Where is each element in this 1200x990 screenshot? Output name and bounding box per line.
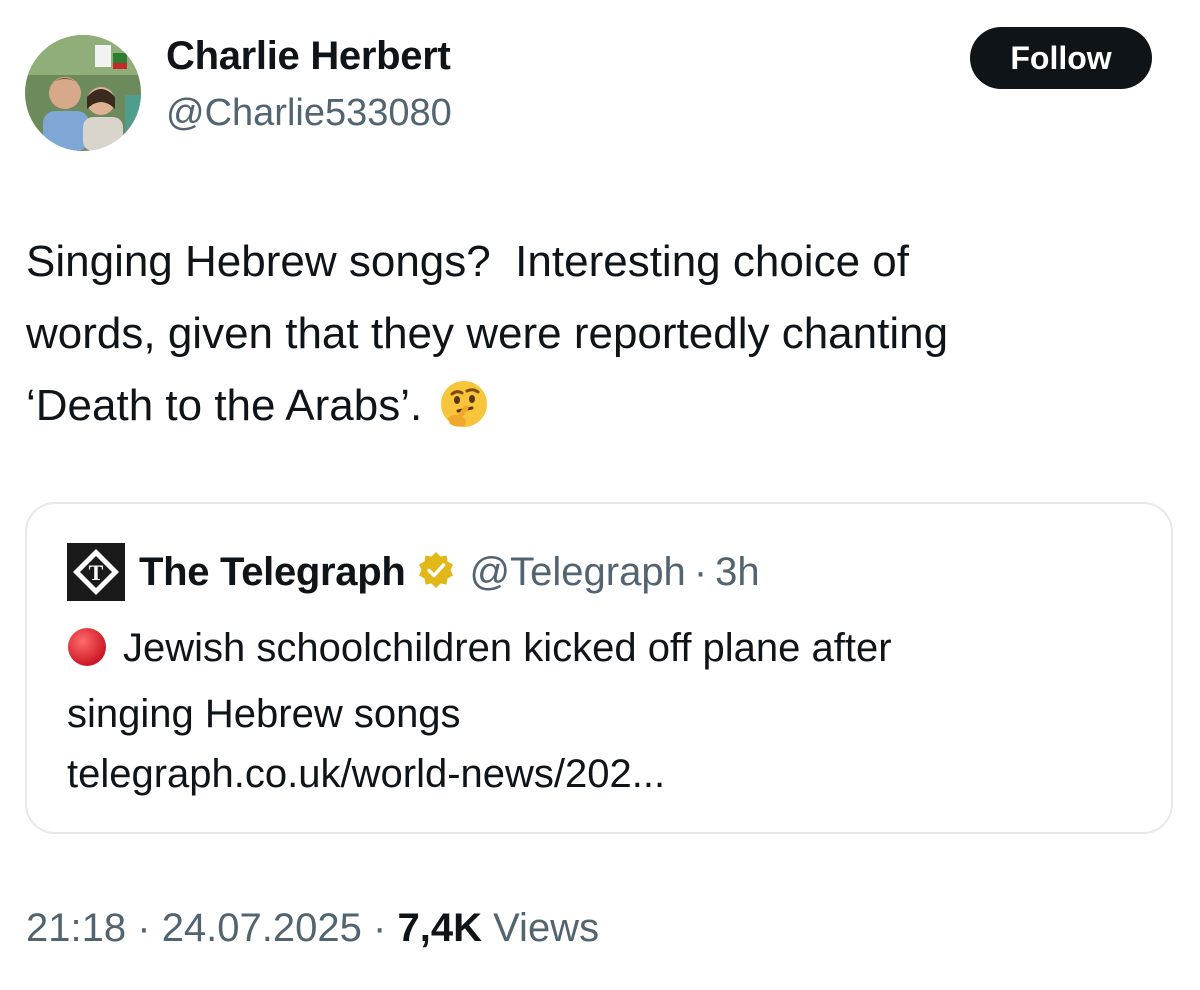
quoted-author-handle[interactable]: @Telegraph <box>470 550 686 595</box>
quoted-tweet-line-text: Jewish schoolchildren kicked off plane a… <box>123 626 892 670</box>
thinking-face-icon <box>438 378 490 452</box>
red-circle-icon <box>67 624 107 684</box>
tweet-line-text: ‘Death to the Arabs’. <box>26 381 423 430</box>
separator-dot: · <box>137 906 151 950</box>
quoted-tweet-time[interactable]: 3h <box>715 550 760 595</box>
quoted-author-name[interactable]: The Telegraph <box>139 550 406 595</box>
tweet-time[interactable]: 21:18 <box>26 906 126 950</box>
tweet-line: ‘Death to the Arabs’. <box>26 370 1186 452</box>
separator-dot: · <box>373 906 387 950</box>
separator-dot: · <box>693 549 708 594</box>
svg-text:T: T <box>89 560 104 585</box>
verified-badge-icon <box>416 550 456 595</box>
quoted-tweet-line: singing Hebrew songs <box>67 692 461 736</box>
tweet-text: Singing Hebrew songs? Interesting choice… <box>26 226 1186 452</box>
quoted-tweet-line: Jewish schoolchildren kicked off plane a… <box>67 618 1147 684</box>
quoted-tweet-card[interactable]: T The Telegraph @Telegraph · 3h Jewish s… <box>25 502 1173 834</box>
quoted-tweet-link[interactable]: telegraph.co.uk/world-news/202... <box>67 744 1147 804</box>
tweet-line: Singing Hebrew songs? Interesting choice… <box>26 237 909 286</box>
views-label[interactable]: Views <box>493 906 599 950</box>
tweet-date[interactable]: 24.07.2025 <box>162 906 362 950</box>
author-name[interactable]: Charlie Herbert <box>166 34 451 79</box>
follow-button[interactable]: Follow <box>970 27 1152 89</box>
tweet-line: words, given that they were reportedly c… <box>26 309 949 358</box>
quoted-tweet-header: T The Telegraph @Telegraph · 3h <box>67 542 760 602</box>
views-count[interactable]: 7,4K <box>397 906 482 950</box>
author-handle[interactable]: @Charlie533080 <box>166 92 452 135</box>
tweet-meta: 21:18 · 24.07.2025 · 7,4K Views <box>26 906 599 951</box>
author-avatar[interactable] <box>25 35 141 151</box>
quoted-tweet-text: Jewish schoolchildren kicked off plane a… <box>67 618 1147 804</box>
telegraph-logo-icon: T <box>67 543 125 601</box>
